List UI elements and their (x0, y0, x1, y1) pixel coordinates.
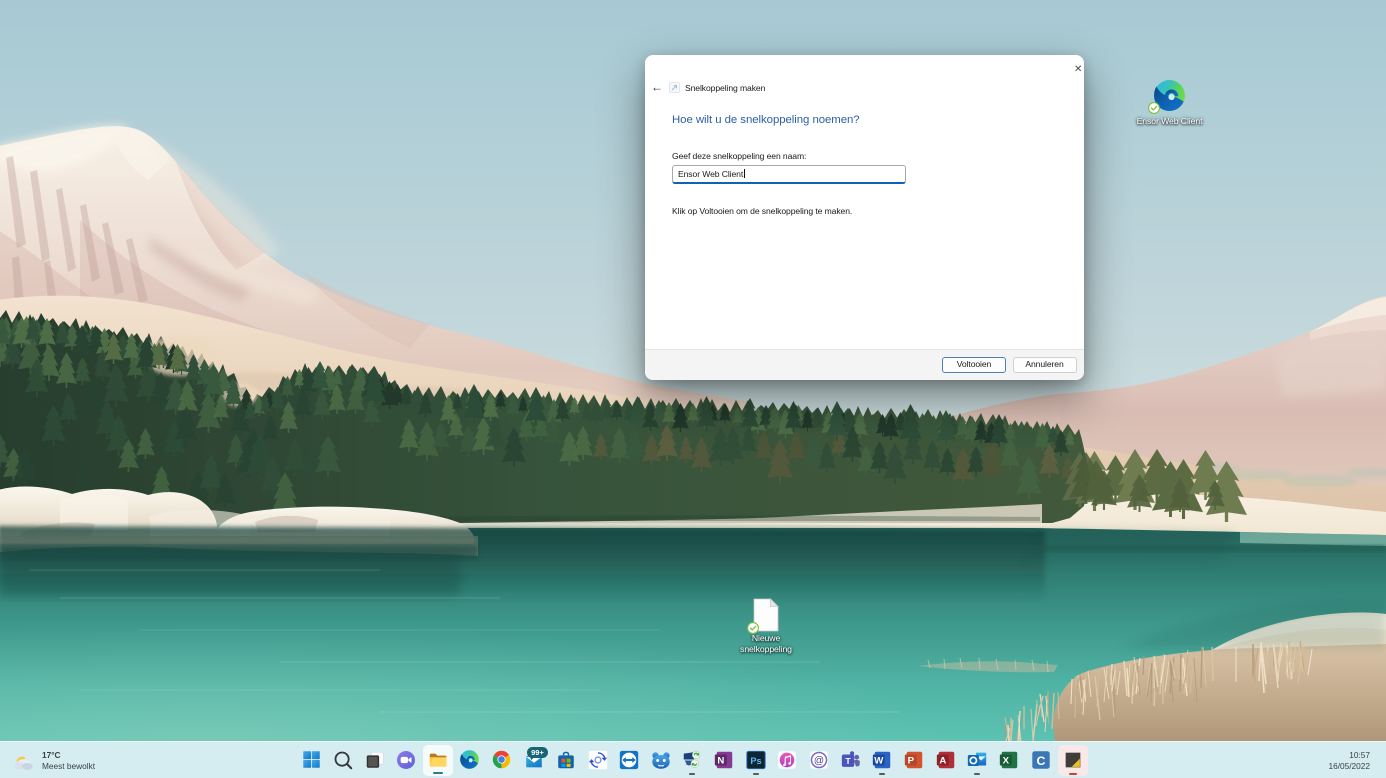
svg-text:Ps: Ps (750, 756, 761, 766)
svg-text:C: C (1036, 753, 1045, 767)
svg-text:W: W (874, 755, 884, 766)
svg-text:X: X (1002, 755, 1009, 766)
svg-text:A: A (939, 755, 946, 766)
svg-text:P: P (907, 755, 914, 766)
svg-text:@: @ (813, 755, 823, 766)
svg-text:T: T (845, 756, 851, 766)
svg-text:N: N (717, 755, 724, 766)
